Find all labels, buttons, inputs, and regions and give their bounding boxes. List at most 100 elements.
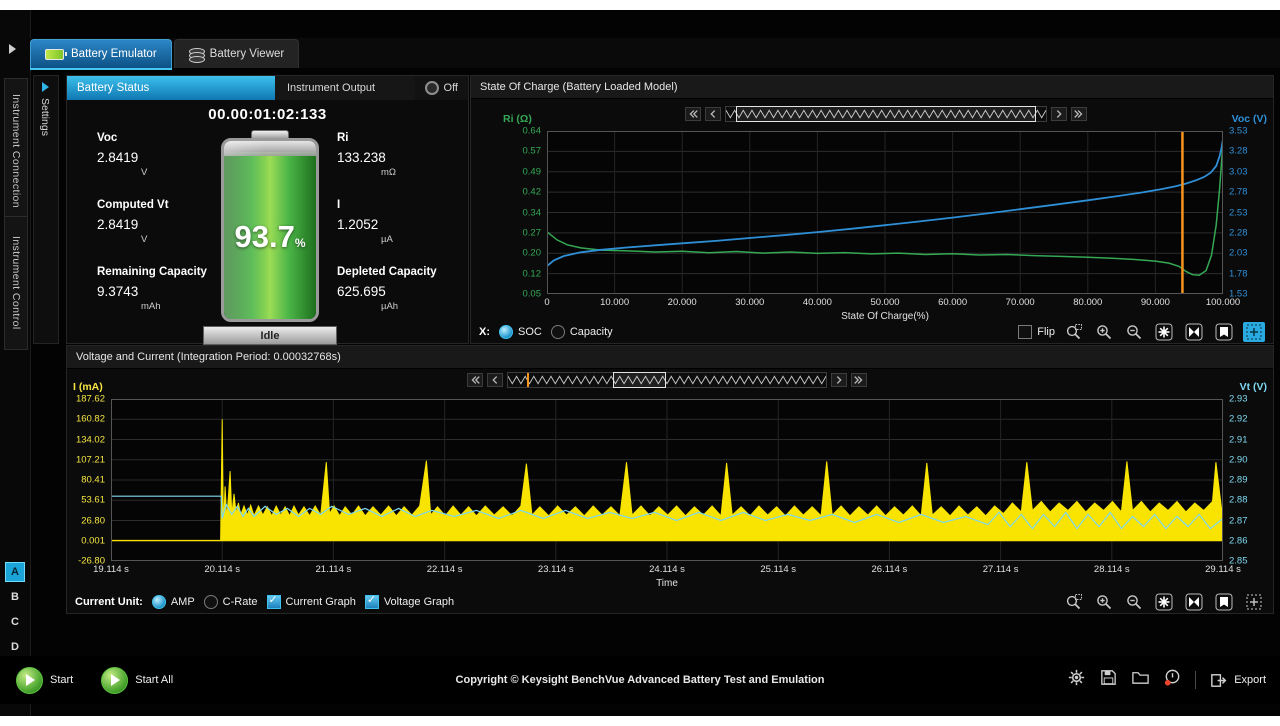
gear-icon[interactable] xyxy=(1067,668,1086,692)
tab-battery-viewer[interactable]: Battery Viewer xyxy=(174,39,300,68)
scroll-left-icon[interactable] xyxy=(487,373,503,387)
tab-battery-emulator[interactable]: Battery Emulator xyxy=(30,39,172,68)
scroll-right-icon[interactable] xyxy=(831,373,847,387)
radio-c-rate[interactable]: C-Rate xyxy=(204,595,258,609)
field-voc: Voc 2.8419 V xyxy=(97,132,227,178)
pan-window[interactable] xyxy=(613,372,666,388)
soc-chart: Ri (Ω) Voc (V) 0.640.570.490.420.340.270… xyxy=(547,131,1223,294)
pan-window[interactable] xyxy=(736,106,1037,122)
output-toggle-icon[interactable] xyxy=(425,81,439,95)
tick-label: 23.114 s xyxy=(538,564,574,575)
tick-label: 26.114 s xyxy=(872,564,908,575)
scroll-start-icon[interactable] xyxy=(685,107,701,121)
soc-toolbar: Flip xyxy=(1018,322,1265,342)
checkbox-icon[interactable] xyxy=(365,595,379,609)
output-state-control[interactable]: Off xyxy=(425,76,468,100)
settings-expand-icon[interactable] xyxy=(42,82,49,92)
sidebar-tab-instrument-control[interactable]: Instrument Control xyxy=(4,216,28,350)
flip-checkbox[interactable]: Flip xyxy=(1018,325,1055,339)
x-axis-label: Time xyxy=(111,578,1223,589)
export-button[interactable]: Export xyxy=(1209,671,1266,690)
radio-icon[interactable] xyxy=(499,325,513,339)
vi-pan-slider[interactable] xyxy=(467,372,867,388)
zoom-selection-icon[interactable] xyxy=(1063,592,1085,612)
settings-rail[interactable]: Settings xyxy=(33,75,59,344)
fit-x-icon[interactable] xyxy=(1183,322,1205,342)
tick-label: 80.41 xyxy=(81,475,105,486)
cursor-tracking-icon[interactable] xyxy=(1243,592,1265,612)
sidebar-tab-instrument-connection[interactable]: Instrument Connection xyxy=(4,78,28,224)
soc-plot-canvas[interactable] xyxy=(547,131,1223,294)
scroll-left-icon[interactable] xyxy=(705,107,721,121)
voltage-graph-checkbox[interactable]: Voltage Graph xyxy=(365,595,454,609)
play-icon[interactable] xyxy=(16,667,43,694)
radio-icon[interactable] xyxy=(204,595,218,609)
status-alert-icon[interactable] xyxy=(1163,668,1182,692)
tick-label: 134.02 xyxy=(76,434,105,445)
save-icon[interactable] xyxy=(1099,668,1118,692)
autoscale-icon[interactable] xyxy=(1153,592,1175,612)
x-axis-ticks: 19.114 s20.114 s21.114 s22.114 s23.114 s… xyxy=(111,564,1223,576)
pan-track[interactable] xyxy=(725,106,1047,122)
x-mode-label: X: xyxy=(479,326,490,338)
zoom-in-icon[interactable] xyxy=(1093,592,1115,612)
radio-capacity[interactable]: Capacity xyxy=(551,325,613,339)
scroll-end-icon[interactable] xyxy=(1071,107,1087,121)
folder-icon[interactable] xyxy=(1131,668,1150,692)
vi-chart: I (mA) Vt (V) 187.62160.82134.02107.2180… xyxy=(111,399,1223,561)
footer-icons: Export xyxy=(1067,668,1266,692)
channel-button-d[interactable]: D xyxy=(5,637,25,657)
scroll-right-icon[interactable] xyxy=(1051,107,1067,121)
channel-button-a[interactable]: A xyxy=(5,562,25,582)
annotation-icon[interactable] xyxy=(1213,322,1235,342)
battery-percent: 93.7% xyxy=(224,219,316,255)
vi-plot-canvas[interactable] xyxy=(111,399,1223,561)
tick-label: 25.114 s xyxy=(760,564,796,575)
annotation-icon[interactable] xyxy=(1213,592,1235,612)
pan-track[interactable] xyxy=(507,372,827,388)
fit-x-icon[interactable] xyxy=(1183,592,1205,612)
tick-label: 80.000 xyxy=(1073,297,1102,308)
tab-battery-status[interactable]: Battery Status xyxy=(67,76,275,100)
tick-label: 26.80 xyxy=(81,515,105,526)
tick-label: 29.114 s xyxy=(1205,564,1241,575)
x-axis-ticks: 010.00020.00030.00040.00050.00060.00070.… xyxy=(547,297,1223,309)
right-axis-label: Voc (V) xyxy=(1232,113,1267,125)
tick-label: 90.000 xyxy=(1141,297,1170,308)
tick-label: 21.114 s xyxy=(316,564,352,575)
tab-instrument-output[interactable]: Instrument Output xyxy=(275,76,415,100)
autoscale-icon[interactable] xyxy=(1153,322,1175,342)
tick-label: 0.49 xyxy=(523,166,542,177)
radio-icon[interactable] xyxy=(551,325,565,339)
tick-label: 2.53 xyxy=(1229,207,1248,218)
zoom-in-icon[interactable] xyxy=(1093,322,1115,342)
play-all-icon[interactable] xyxy=(101,667,128,694)
current-graph-checkbox[interactable]: Current Graph xyxy=(267,595,356,609)
right-axis-label: Vt (V) xyxy=(1240,381,1267,393)
settings-tab-label: Settings xyxy=(39,98,51,136)
voltage-current-panel: Voltage and Current (Integration Period:… xyxy=(66,345,1274,614)
channel-button-b[interactable]: B xyxy=(5,587,25,607)
soc-pan-slider[interactable] xyxy=(685,106,1087,122)
battery-status-header: Battery Status Instrument Output Off xyxy=(67,76,468,100)
scroll-end-icon[interactable] xyxy=(851,373,867,387)
zoom-out-icon[interactable] xyxy=(1123,322,1145,342)
tick-label: 187.62 xyxy=(76,394,105,405)
collapse-sidebar-icon[interactable] xyxy=(9,44,16,54)
radio-soc[interactable]: SOC xyxy=(499,325,542,339)
screenshot-stage: Instrument Connection Instrument Control… xyxy=(0,0,1280,726)
radio-amp[interactable]: AMP xyxy=(152,595,195,609)
checkbox-icon[interactable] xyxy=(1018,325,1032,339)
zoom-selection-icon[interactable] xyxy=(1063,322,1085,342)
channel-button-c[interactable]: C xyxy=(5,612,25,632)
tick-label: 40.000 xyxy=(803,297,832,308)
top-tab-bar: Battery Emulator Battery Viewer xyxy=(30,38,1280,68)
cursor-tracking-icon[interactable] xyxy=(1243,322,1265,342)
radio-icon[interactable] xyxy=(152,595,166,609)
zoom-out-icon[interactable] xyxy=(1123,592,1145,612)
tick-label: 20.114 s xyxy=(204,564,240,575)
tick-label: 60.000 xyxy=(938,297,967,308)
tick-label: 0.12 xyxy=(523,268,542,279)
scroll-start-icon[interactable] xyxy=(467,373,483,387)
checkbox-icon[interactable] xyxy=(267,595,281,609)
